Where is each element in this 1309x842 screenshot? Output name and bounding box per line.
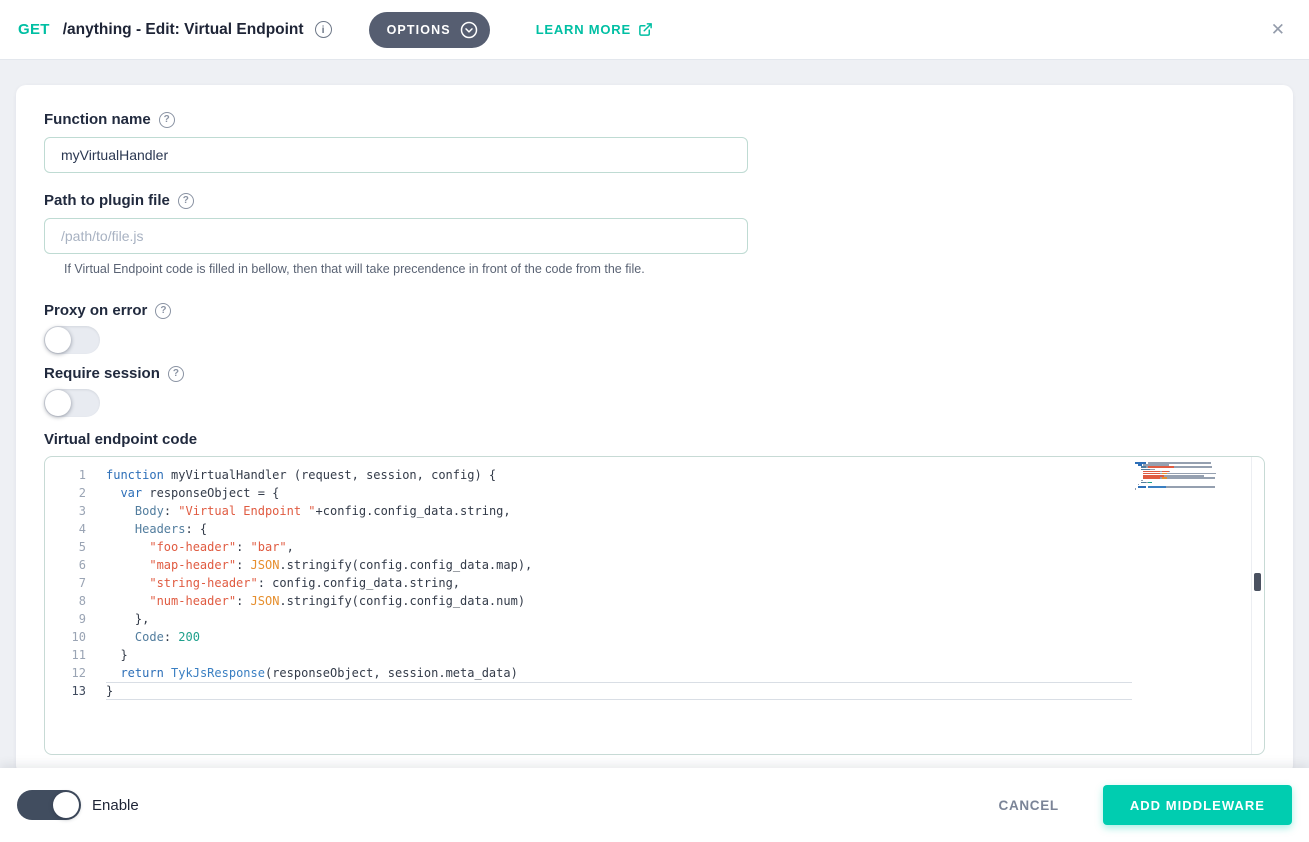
enable-label: Enable: [92, 797, 139, 814]
proxy-on-error-help-icon[interactable]: ?: [155, 303, 171, 319]
require-session-help-icon[interactable]: ?: [168, 366, 184, 382]
code-lines[interactable]: function myVirtualHandler (request, sess…: [106, 466, 1132, 754]
app-root: GET /anything - Edit: Virtual Endpoint i…: [0, 0, 1309, 842]
learn-more-label: LEARN MORE: [536, 22, 631, 37]
chevron-down-circle-icon: [460, 21, 478, 39]
main-content: Function name ? Path to plugin file ? If…: [0, 60, 1309, 768]
footer-bar: Enable CANCEL ADD MIDDLEWARE: [0, 768, 1309, 842]
plugin-path-label-row: Path to plugin file ?: [44, 193, 1265, 209]
code-scrollbar-track: [1251, 457, 1264, 754]
code-gutter: 12345678910111213: [45, 466, 86, 754]
cancel-button[interactable]: CANCEL: [993, 797, 1065, 814]
enable-toggle[interactable]: [17, 790, 81, 820]
options-button[interactable]: OPTIONS: [369, 12, 490, 48]
footer-actions: CANCEL ADD MIDDLEWARE: [993, 785, 1292, 825]
edit-virtual-endpoint-card: Function name ? Path to plugin file ? If…: [16, 85, 1293, 768]
code-scrollbar-thumb[interactable]: [1254, 573, 1261, 591]
proxy-on-error-toggle[interactable]: [44, 326, 100, 354]
learn-more-link[interactable]: LEARN MORE: [536, 22, 653, 37]
plugin-path-help-icon[interactable]: ?: [178, 193, 194, 209]
function-name-label-row: Function name ?: [44, 112, 1265, 128]
plugin-path-helper-text: If Virtual Endpoint code is filled in be…: [64, 262, 1265, 276]
toggle-knob: [53, 792, 79, 818]
proxy-on-error-label: Proxy on error: [44, 303, 147, 319]
require-session-label: Require session: [44, 366, 160, 382]
method-badge: GET: [18, 21, 50, 38]
function-name-label: Function name: [44, 112, 151, 128]
close-icon[interactable]: ✕: [1265, 16, 1291, 44]
function-name-input[interactable]: [44, 137, 748, 173]
code-editor-label: Virtual endpoint code: [44, 431, 1265, 448]
endpoint-header: GET /anything - Edit: Virtual Endpoint i…: [0, 0, 1309, 60]
page-title: /anything - Edit: Virtual Endpoint: [63, 21, 304, 39]
info-icon[interactable]: i: [315, 21, 332, 38]
code-minimap: [1135, 462, 1248, 490]
options-label: OPTIONS: [387, 23, 451, 37]
toggle-knob: [45, 390, 71, 416]
plugin-path-input[interactable]: [44, 218, 748, 254]
add-middleware-button[interactable]: ADD MIDDLEWARE: [1103, 785, 1292, 825]
code-editor[interactable]: 12345678910111213 function myVirtualHand…: [44, 456, 1265, 755]
require-session-label-row: Require session ?: [44, 366, 1265, 382]
toggle-knob: [45, 327, 71, 353]
require-session-toggle[interactable]: [44, 389, 100, 417]
function-name-help-icon[interactable]: ?: [159, 112, 175, 128]
external-link-icon: [638, 22, 653, 37]
plugin-path-label: Path to plugin file: [44, 193, 170, 209]
proxy-on-error-label-row: Proxy on error ?: [44, 303, 1265, 319]
